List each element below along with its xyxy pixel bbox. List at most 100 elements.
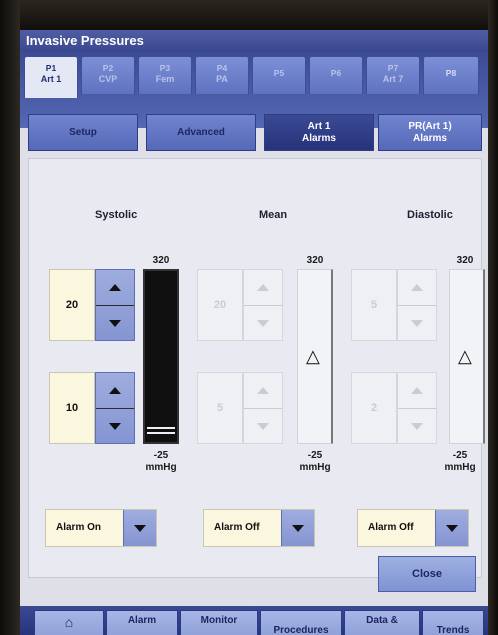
arrow-up-icon [109, 387, 121, 394]
arrow-down-icon [411, 423, 423, 430]
diastolic-alarm-dropdown[interactable]: Alarm Off [357, 509, 469, 547]
tab-p5[interactable]: P5 [252, 56, 306, 94]
tab-p4[interactable]: P4 PA [195, 56, 249, 94]
tab-pr-alarms[interactable]: PR(Art 1) Alarms [378, 114, 482, 151]
mean-low-stepper [243, 372, 283, 444]
chevron-down-icon [123, 510, 156, 546]
tab-p5-line1: P5 [273, 68, 285, 78]
tab-setup-label: Setup [69, 126, 97, 138]
alarm-off-bell-icon: △ [306, 346, 320, 366]
systolic-high-value[interactable]: 20 [49, 269, 95, 341]
diastolic-high-decrease-button [398, 306, 436, 341]
close-button[interactable]: Close [378, 556, 476, 592]
diastolic-limit-scale: △ [449, 269, 485, 444]
systolic-limit-scale [143, 269, 179, 444]
mean-scale-max: 320 [306, 255, 324, 266]
mean-alarm-dropdown[interactable]: Alarm Off [203, 509, 315, 547]
systolic-low-decrease-button[interactable] [96, 409, 134, 444]
home-icon: ⌂ [64, 614, 74, 630]
systolic-title: Systolic [95, 209, 138, 221]
systolic-scale-min-value: -25 [153, 450, 169, 461]
mean-low-increase-button [244, 373, 282, 409]
tab-p1[interactable]: P1 Art 1 [24, 56, 78, 98]
arrow-down-icon [257, 423, 269, 430]
monitor-button[interactable]: Monitor [180, 610, 258, 635]
window-title: Invasive Pressures [20, 30, 488, 52]
mean-scale-min: -25 mmHg [292, 450, 338, 474]
diastolic-low-increase-button [398, 373, 436, 409]
systolic-low-stepper [95, 372, 135, 444]
tab-p2-line1: P2 [102, 63, 114, 73]
systolic-low-value[interactable]: 10 [49, 372, 95, 444]
mean-low-decrease-button [244, 409, 282, 444]
tab-pr-alarms-line2: Alarms [413, 132, 447, 144]
arrow-down-icon [109, 423, 121, 430]
diastolic-low-stepper [397, 372, 437, 444]
systolic-high-stepper [95, 269, 135, 341]
data-trends-button[interactable]: Data & [344, 610, 420, 635]
arrow-up-icon [109, 284, 121, 291]
systolic-high-limit-line [147, 427, 175, 429]
tab-p3[interactable]: P3 Fem [138, 56, 192, 94]
mean-high-increase-button [244, 270, 282, 306]
monitor-screen: Invasive Pressures P1 Art 1 P2 CVP P3 Fe… [20, 30, 488, 635]
tab-p3-line1: P3 [159, 63, 171, 73]
arrow-up-icon [411, 387, 423, 394]
tab-p4-line2: PA [216, 74, 228, 84]
arrow-down-icon [257, 320, 269, 327]
systolic-high-increase-button[interactable] [96, 270, 134, 306]
tab-art1-alarms-line1: Art 1 [307, 120, 331, 132]
diastolic-low-value: 2 [351, 372, 397, 444]
mean-title: Mean [259, 209, 288, 221]
diastolic-high-increase-button [398, 270, 436, 306]
mean-unit: mmHg [299, 462, 331, 473]
arrow-up-icon [257, 284, 269, 291]
tab-p7[interactable]: P7 Art 7 [366, 56, 420, 94]
tab-p7-line2: Art 7 [382, 74, 404, 84]
tab-art1-alarms-line2: Alarms [302, 132, 336, 144]
alarm-button[interactable]: Alarm [106, 610, 178, 635]
systolic-unit: mmHg [145, 462, 177, 473]
diastolic-alarm-state: Alarm Off [368, 522, 414, 533]
mean-high-stepper [243, 269, 283, 341]
tab-p6-line1: P6 [330, 68, 342, 78]
arrow-down-icon [109, 320, 121, 327]
systolic-high-decrease-button[interactable] [96, 306, 134, 341]
monitor-bezel-top [0, 0, 498, 30]
diastolic-scale-min-value: -25 [452, 450, 468, 461]
systolic-alarm-dropdown[interactable]: Alarm On [45, 509, 157, 547]
tab-p7-line1: P7 [387, 63, 399, 73]
mean-alarm-state: Alarm Off [214, 522, 260, 533]
mean-scale-min-value: -25 [307, 450, 323, 461]
diastolic-high-stepper [397, 269, 437, 341]
tab-p1-line2: Art 1 [40, 74, 62, 84]
tab-advanced[interactable]: Advanced [146, 114, 256, 151]
tab-p6[interactable]: P6 [309, 56, 363, 94]
tab-p1-line1: P1 [45, 63, 57, 73]
arrow-up-icon [411, 284, 423, 291]
tab-p8[interactable]: P8 [423, 56, 479, 94]
tab-p2[interactable]: P2 CVP [81, 56, 135, 94]
alarm-limits-panel: Systolic 20 10 320 -25 mmHg Alarm On Mea… [28, 158, 485, 578]
chevron-down-icon [281, 510, 314, 546]
procedures-button[interactable]: Procedures [260, 610, 342, 635]
bottom-nav-bar: ⌂ Alarm Monitor Procedures Data & Trends [20, 606, 488, 635]
home-button[interactable]: ⌂ [34, 610, 104, 635]
trends-button[interactable]: Trends [422, 610, 484, 635]
tab-advanced-label: Advanced [177, 126, 225, 138]
tab-p8-line1: P8 [445, 68, 457, 78]
diastolic-scale-min: -25 mmHg [437, 450, 483, 474]
tab-p4-line1: P4 [216, 63, 228, 73]
systolic-low-increase-button[interactable] [96, 373, 134, 409]
monitor-bezel-left [0, 0, 20, 635]
arrow-down-icon [411, 320, 423, 327]
monitor-bezel-right [488, 0, 498, 635]
chevron-down-icon [435, 510, 468, 546]
tab-p3-line2: Fem [155, 74, 175, 84]
tab-art1-alarms[interactable]: Art 1 Alarms [264, 114, 374, 151]
systolic-alarm-state: Alarm On [56, 522, 102, 533]
systolic-scale-min: -25 mmHg [138, 450, 184, 474]
alarm-off-bell-icon: △ [458, 346, 472, 366]
tab-setup[interactable]: Setup [28, 114, 138, 151]
diastolic-high-value: 5 [351, 269, 397, 341]
